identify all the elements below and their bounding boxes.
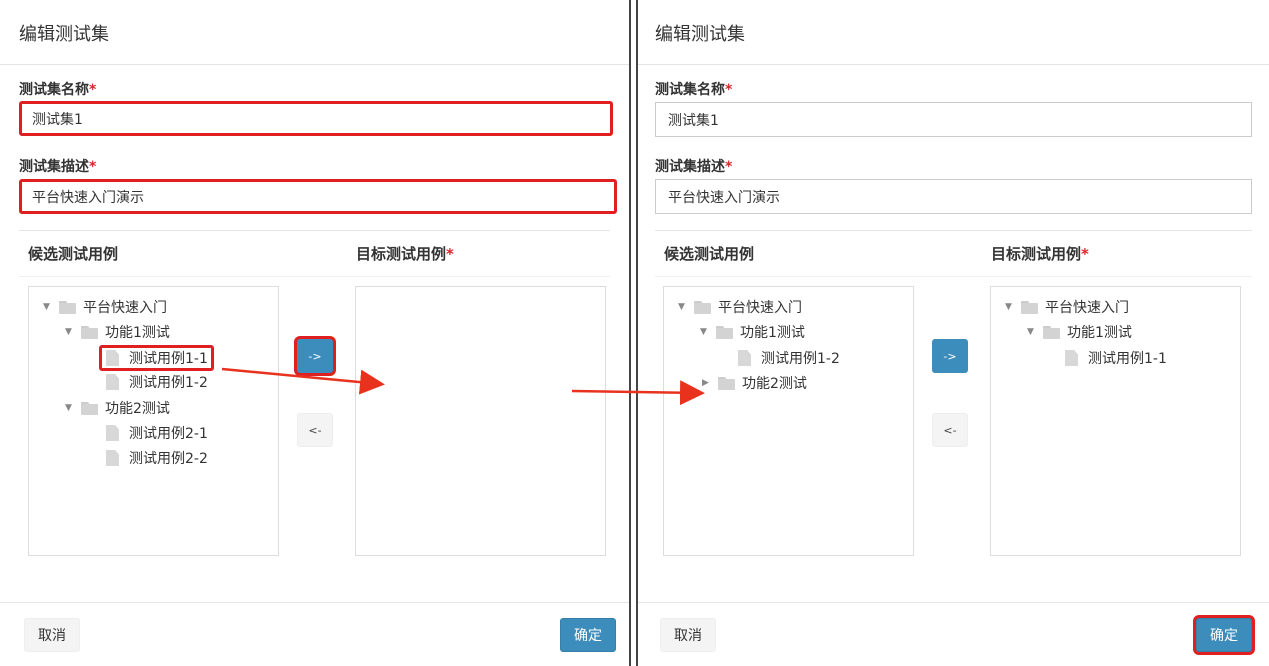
annotation-arrow-left — [221, 367, 385, 395]
annotation-arrow-right — [571, 380, 705, 406]
annotation-arrows — [221, 367, 705, 406]
